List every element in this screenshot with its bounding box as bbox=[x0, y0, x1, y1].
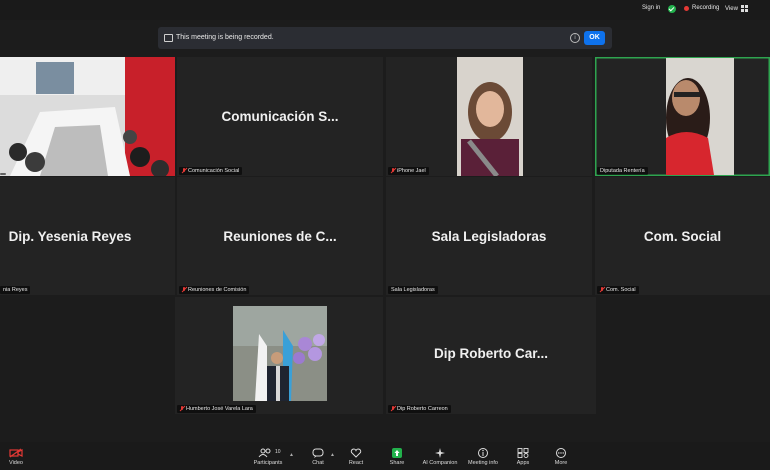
share-label: Share bbox=[389, 460, 405, 466]
ai-companion-label: AI Companion bbox=[422, 460, 458, 466]
ai-companion-button[interactable]: AI Companion bbox=[418, 445, 462, 466]
participant-video bbox=[233, 306, 327, 401]
video-tile-comunicacion-social[interactable]: Comunicación S... Comunicación Social bbox=[177, 57, 383, 176]
info-circle-icon bbox=[478, 448, 488, 458]
security-shield-icon[interactable] bbox=[668, 5, 676, 13]
participant-display-name: Dip. Yesenia Reyes bbox=[8, 229, 132, 244]
participant-label: Comunicación Social bbox=[179, 167, 243, 175]
recording-notice-text: This meeting is being recorded. bbox=[176, 34, 274, 41]
participant-label: nia Reyes bbox=[0, 286, 31, 294]
sign-in-label: Sign in bbox=[642, 5, 661, 11]
recording-label: Recording bbox=[692, 5, 720, 11]
react-button[interactable]: React bbox=[334, 445, 378, 466]
recording-icon bbox=[164, 34, 173, 42]
share-screen-icon bbox=[392, 448, 402, 458]
share-button[interactable]: Share bbox=[375, 445, 419, 466]
participant-label bbox=[0, 173, 6, 175]
window-top-bar: Sign in Recording View bbox=[0, 0, 770, 20]
meeting-info-button[interactable]: Meeting info bbox=[461, 445, 505, 466]
ok-button[interactable]: OK bbox=[584, 31, 605, 45]
video-tile-iphone-jael[interactable]: iPhone Jael bbox=[386, 57, 592, 176]
recording-notice-banner: This meeting is being recorded. i OK bbox=[158, 27, 612, 49]
participant-name: Sala Legisladoras bbox=[391, 287, 435, 293]
participant-display-name: Reuniones de C... bbox=[223, 229, 337, 244]
participant-display-name: Comunicación S... bbox=[221, 109, 339, 124]
more-label: More bbox=[554, 460, 568, 466]
participant-label: Reuniones de Comisión bbox=[179, 286, 250, 294]
participant-label: Humberto José Varela Lara bbox=[177, 405, 256, 413]
participant-video bbox=[666, 58, 734, 175]
participant-label: Com. Social bbox=[597, 286, 639, 294]
participant-display-name: Dip Roberto Car... bbox=[433, 346, 548, 361]
participant-display-name: Com. Social bbox=[643, 229, 722, 244]
apps-icon bbox=[517, 448, 529, 458]
mic-muted-icon bbox=[182, 287, 186, 293]
recording-indicator[interactable]: Recording bbox=[684, 5, 719, 11]
participant-label: iPhone Jael bbox=[388, 167, 429, 175]
info-icon[interactable]: i bbox=[570, 33, 580, 43]
mic-muted-icon bbox=[391, 406, 395, 412]
react-label: React bbox=[348, 460, 364, 466]
video-tile-yesenia-reyes[interactable]: Dip. Yesenia Reyes nia Reyes bbox=[0, 177, 175, 295]
participant-label: Sala Legisladoras bbox=[388, 286, 438, 294]
more-button[interactable]: More bbox=[539, 445, 583, 466]
video-tile-conference-room[interactable] bbox=[0, 57, 175, 176]
video-tile-sala-legisladoras[interactable]: Sala Legisladoras Sala Legisladoras bbox=[386, 177, 592, 295]
video-tile-reuniones-de-comision[interactable]: Reuniones de C... Reuniones de Comisión bbox=[177, 177, 383, 295]
video-off-icon bbox=[9, 448, 23, 458]
participant-name: Humberto José Varela Lara bbox=[186, 406, 253, 412]
chat-bubble-icon bbox=[312, 448, 324, 458]
participant-name: Dip Roberto Carreon bbox=[397, 406, 448, 412]
heart-icon bbox=[350, 448, 362, 458]
mic-muted-icon bbox=[182, 168, 186, 174]
meeting-info-label: Meeting info bbox=[468, 460, 498, 466]
apps-label: Apps bbox=[516, 460, 530, 466]
more-icon bbox=[556, 448, 566, 458]
sign-in-link[interactable]: Sign in bbox=[642, 5, 660, 11]
video-tile-active-speaker[interactable]: Diputada Rentería bbox=[595, 57, 770, 176]
video-tile-com-social[interactable]: Com. Social Com. Social bbox=[595, 177, 770, 295]
recording-dot-icon bbox=[684, 5, 689, 11]
mic-muted-icon bbox=[391, 168, 395, 174]
video-button[interactable]: Video bbox=[0, 445, 38, 466]
gallery-grid-icon bbox=[740, 5, 748, 12]
participants-count: 10 bbox=[275, 449, 281, 455]
participant-name: Com. Social bbox=[606, 287, 636, 293]
mic-muted-icon bbox=[180, 406, 184, 412]
participant-label: Diputada Rentería bbox=[597, 167, 648, 175]
participants-label: Participants bbox=[253, 460, 283, 466]
mic-muted-icon bbox=[600, 287, 604, 293]
participant-name: nia Reyes bbox=[3, 287, 28, 293]
participant-name: Reuniones de Comisión bbox=[188, 287, 247, 293]
view-button[interactable]: View bbox=[725, 5, 748, 12]
participant-name: Diputada Rentería bbox=[600, 168, 645, 174]
meeting-toolbar: Video Participants 10 ▲ Chat ▲ React Sha… bbox=[0, 442, 770, 470]
sparkle-icon bbox=[435, 448, 445, 458]
participant-name: Comunicación Social bbox=[188, 168, 240, 174]
participants-chevron-up-icon[interactable]: ▲ bbox=[289, 452, 294, 458]
video-label: Video bbox=[9, 460, 23, 466]
participant-video bbox=[457, 57, 523, 176]
video-tile-humberto-varela[interactable]: Humberto José Varela Lara bbox=[175, 297, 383, 414]
view-label: View bbox=[725, 5, 738, 12]
conference-room-video bbox=[0, 57, 175, 176]
chat-label: Chat bbox=[312, 460, 324, 466]
participant-label: Dip Roberto Carreon bbox=[388, 405, 451, 413]
participant-display-name: Sala Legisladoras bbox=[431, 229, 547, 244]
video-tile-roberto-carreon[interactable]: Dip Roberto Car... Dip Roberto Carreon bbox=[386, 297, 596, 414]
participants-button[interactable]: Participants bbox=[246, 445, 290, 466]
participant-name: iPhone Jael bbox=[397, 168, 426, 174]
